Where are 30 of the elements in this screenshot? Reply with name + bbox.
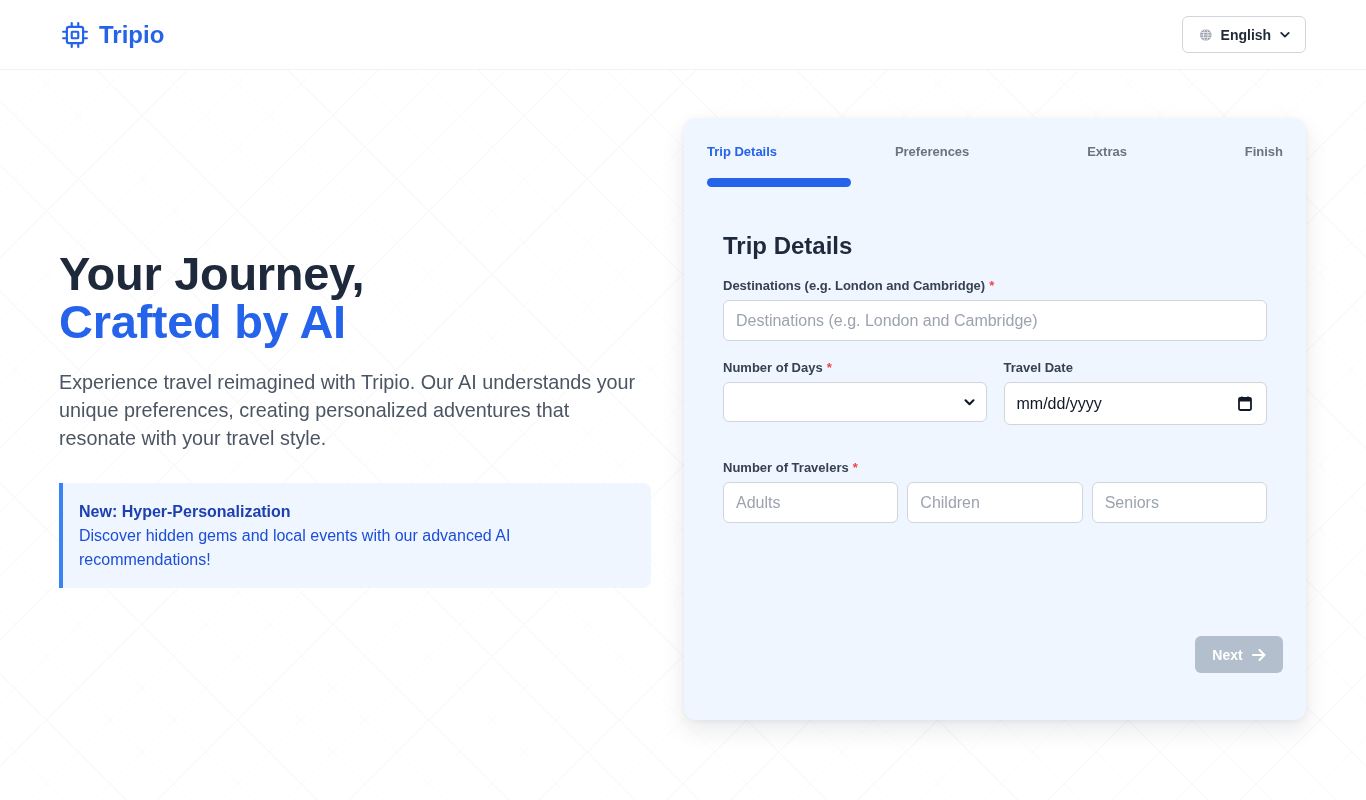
traveler-count-input[interactable]: Adults xyxy=(723,482,899,523)
callout-text: Discover hidden gems and local events with our advanced AI recommendations! xyxy=(79,526,512,570)
field-label: Number of Days xyxy=(723,359,823,377)
language-button[interactable]: English xyxy=(1182,16,1306,53)
hero-heading: Your Journey, xyxy=(59,250,365,298)
date-field[interactable]: mm/dd/yyyy xyxy=(1003,382,1267,425)
field-label: Destinations (e.g. London and Cambridge) xyxy=(723,277,986,295)
step-tab[interactable]: Preferences xyxy=(894,142,970,162)
calendar-icon xyxy=(1238,396,1252,411)
field-label: Number of Travelers xyxy=(723,459,849,477)
traveler-count-input[interactable]: Children xyxy=(907,482,1083,523)
required-asterisk: * xyxy=(826,359,832,377)
step-tab[interactable]: Extras xyxy=(1087,142,1127,162)
field-label: Travel Date xyxy=(1003,359,1073,377)
chip-icon xyxy=(62,21,88,48)
step-tab[interactable]: Trip Details xyxy=(707,142,778,162)
logo-text: Tripio xyxy=(99,20,165,49)
chevron-down-icon xyxy=(963,398,975,406)
destinations-input[interactable]: Destinations (e.g. London and Cambridge) xyxy=(723,300,1267,341)
select-field[interactable] xyxy=(723,382,987,422)
traveler-count-input[interactable]: Seniors xyxy=(1091,482,1267,523)
globe-icon xyxy=(1200,27,1212,42)
form-title: Trip Details xyxy=(723,231,853,261)
chevron-down-icon xyxy=(1280,30,1290,39)
hero-description: Experience travel reimagined with Tripio. Our AI understands your unique preferences, creating personalized adventures that resonate with your travel style. xyxy=(59,370,637,451)
arrow-right-icon xyxy=(1251,648,1266,661)
required-asterisk: * xyxy=(989,277,995,295)
required-asterisk: * xyxy=(852,459,858,477)
step-tab[interactable]: Finish xyxy=(1244,142,1283,162)
callout-title: New: Hyper-Personalization xyxy=(79,502,291,522)
